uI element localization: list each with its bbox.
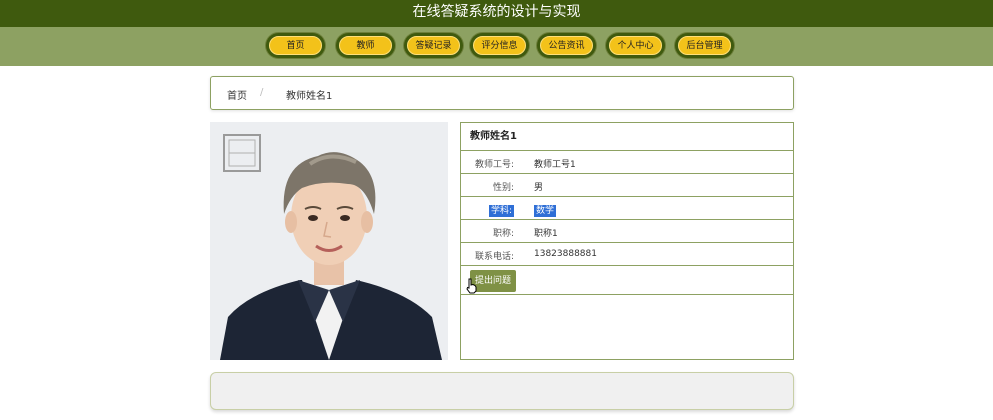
field-value: 职称1 [534, 229, 558, 239]
teacher-photo [210, 122, 448, 360]
teacher-name-heading: 教师姓名1 [461, 123, 793, 151]
breadcrumb: 首页 / 教师姓名1 [210, 76, 794, 110]
nav-item-home[interactable]: 首页 [266, 33, 325, 58]
nav-item-label: 首页 [269, 36, 322, 55]
field-value: 男 [534, 183, 544, 193]
nav-item-personal-center[interactable]: 个人中心 [606, 33, 665, 58]
footer-panel [210, 372, 794, 410]
teacher-portrait-image [210, 122, 448, 360]
field-value: 教师工号1 [534, 160, 576, 170]
field-row-gender: 性别: 男 [461, 174, 793, 197]
field-row-phone: 联系电话: 13823888881 [461, 243, 793, 266]
field-row-title: 职称: 职称1 [461, 220, 793, 243]
teacher-detail-panel: 教师姓名1 教师工号: 教师工号1 性别: 男 学科: 数学 职称: 职称1 联… [460, 122, 794, 360]
breadcrumb-current: 教师姓名1 [286, 91, 333, 102]
field-label: 教师工号: [474, 160, 514, 170]
nav-item-ratings[interactable]: 评分信息 [470, 33, 529, 58]
selected-text: 数学 [534, 205, 557, 217]
field-label: 联系电话: [474, 252, 514, 262]
watermark-icon [223, 134, 261, 172]
nav-item-label: 评分信息 [473, 36, 526, 55]
top-header-bar: 在线答疑系统的设计与实现 [0, 0, 993, 27]
field-label: 职称: [492, 229, 514, 239]
field-row-teacher-id: 教师工号: 教师工号1 [461, 151, 793, 174]
action-row: 提出问题 [461, 267, 793, 295]
field-label: 学科: [461, 203, 514, 217]
selected-text: 学科: [488, 205, 514, 217]
nav-item-announcements[interactable]: 公告资讯 [537, 33, 596, 58]
nav-item-label: 答疑记录 [407, 36, 460, 55]
field-label: 性别: [492, 183, 514, 193]
nav-item-label: 个人中心 [609, 36, 662, 55]
nav-item-label: 公告资讯 [540, 36, 593, 55]
breadcrumb-home-link[interactable]: 首页 [227, 87, 247, 102]
nav-item-qa-records[interactable]: 答疑记录 [404, 33, 463, 58]
site-title: 在线答疑系统的设计与实现 [412, 4, 581, 20]
nav-item-admin[interactable]: 后台管理 [675, 33, 734, 58]
field-value: 13823888881 [534, 249, 597, 259]
nav-item-teacher[interactable]: 教师 [336, 33, 395, 58]
breadcrumb-separator: / [260, 87, 264, 98]
hand-cursor-icon [466, 278, 477, 294]
main-nav: 首页 教师 答疑记录 评分信息 公告资讯 个人中心 后台管理 [0, 27, 993, 66]
field-row-subject: 学科: 数学 [461, 197, 793, 220]
field-value: 数学 [534, 203, 557, 217]
nav-item-label: 后台管理 [678, 36, 731, 55]
nav-item-label: 教师 [339, 36, 392, 55]
